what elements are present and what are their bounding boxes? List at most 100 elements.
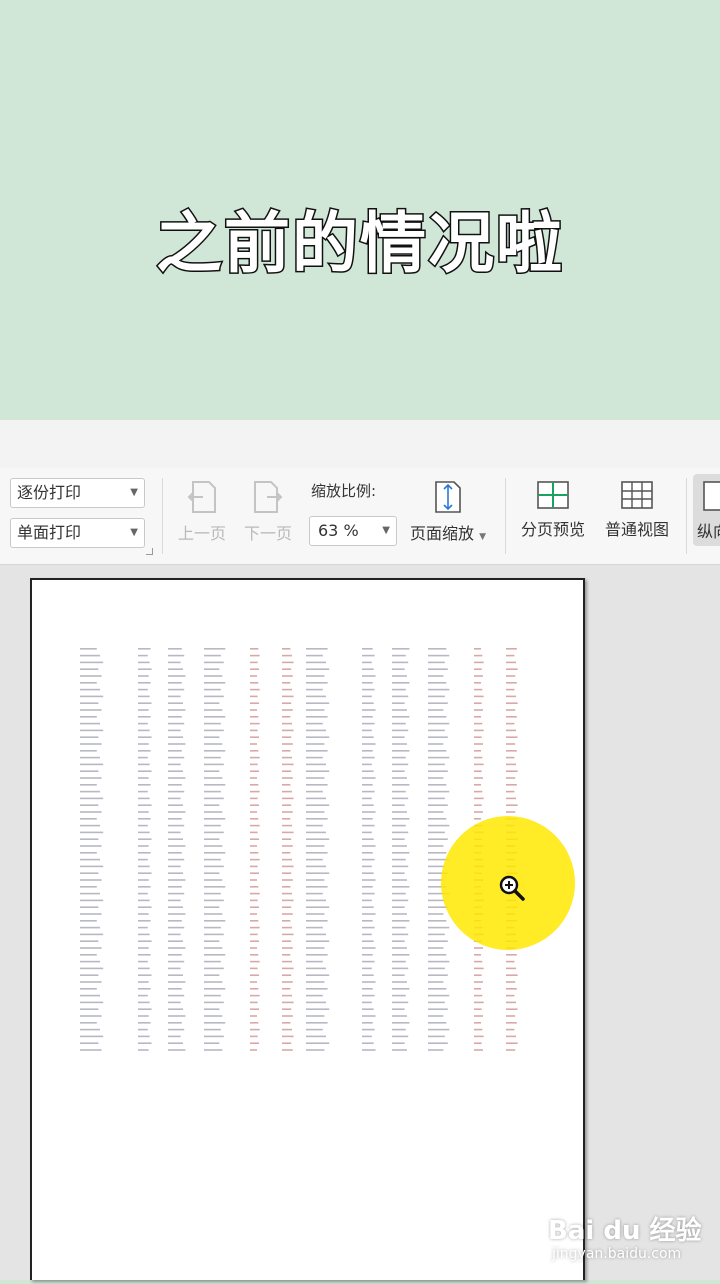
sheet-cell: [80, 770, 99, 772]
sheet-cell: [428, 1001, 445, 1004]
sheet-cell: [474, 770, 482, 772]
sides-select-value: 单面打印: [17, 523, 82, 542]
sheet-cell: [80, 716, 97, 718]
sheet-cell: [362, 675, 376, 677]
sheet-cell: [428, 695, 445, 698]
sheet-cell: [282, 729, 294, 732]
sheet-cell: [80, 702, 99, 704]
next-page-icon: [254, 481, 283, 513]
sheet-cell: [282, 1008, 292, 1010]
sheet-cell: [168, 654, 185, 657]
sheet-cell: [306, 906, 330, 908]
sheet-cell: [428, 818, 447, 820]
group-expand-icon[interactable]: [146, 548, 153, 555]
sheet-cell: [168, 974, 183, 976]
sheet-cell: [204, 892, 221, 895]
sheet-cell: [168, 1015, 186, 1017]
sheet-cell: [506, 1001, 516, 1004]
sheet-cell: [474, 668, 482, 670]
page-zoom-button[interactable]: 页面缩放 ▼: [406, 480, 490, 544]
zoom-in-cursor-icon: [499, 875, 525, 901]
sheet-cell: [362, 790, 375, 793]
sheet-cell: [204, 736, 220, 738]
sheet-cell: [204, 770, 220, 772]
sheet-cell: [138, 981, 149, 983]
sheet-cell: [250, 722, 260, 725]
prev-page-icon: [187, 481, 216, 513]
sheet-cell: [168, 960, 185, 963]
sheet-cell: [168, 1042, 183, 1044]
sheet-cell: [428, 763, 445, 766]
sheet-cell: [506, 722, 515, 725]
sides-select[interactable]: 单面打印 ▼: [10, 518, 145, 548]
sheet-cell: [250, 750, 259, 752]
sheet-cell: [168, 804, 183, 806]
sheet-cell: [392, 899, 409, 902]
sheet-cell: [204, 947, 223, 949]
sheet-cell: [428, 974, 448, 976]
sheet-cell: [204, 1042, 220, 1044]
sheet-cell: [168, 1008, 183, 1010]
next-page-label: 下一页: [243, 524, 292, 543]
page-break-preview-button[interactable]: 分页预览: [516, 480, 590, 540]
sheet-cell: [392, 716, 410, 718]
sheet-cell: [80, 858, 100, 861]
page-break-icon: [537, 481, 569, 509]
sheet-cell: [250, 974, 259, 976]
sheet-cell: [204, 797, 224, 800]
sheet-cell: [392, 988, 410, 990]
sheet-cell: [168, 838, 183, 840]
sheet-cell: [282, 654, 292, 657]
sheet-cell: [80, 777, 102, 779]
sheet-cell: [282, 892, 292, 895]
page-zoom-label: 页面缩放: [409, 524, 474, 543]
sheet-cell: [362, 682, 373, 684]
sheet-cell: [80, 824, 100, 827]
sheet-cell: [80, 913, 102, 915]
sheet-cell: [138, 1001, 150, 1004]
sheet-cell: [428, 933, 445, 936]
sheet-cell: [250, 913, 257, 915]
sheet-cell: [306, 654, 323, 657]
prev-page-button[interactable]: 上一页: [174, 480, 230, 544]
sheet-cell: [306, 947, 325, 949]
sheet-cell: [306, 852, 328, 854]
sheet-cell: [168, 695, 181, 698]
collate-select[interactable]: 逐份打印 ▼: [10, 478, 145, 508]
sheet-cell: [250, 920, 259, 922]
sheet-cell: [282, 750, 291, 752]
sheet-cell: [282, 702, 292, 704]
sheet-cell: [204, 940, 220, 942]
sheet-cell: [138, 688, 148, 691]
sheet-cell: [428, 682, 447, 684]
sheet-cell: [306, 770, 330, 772]
sheet-cell: [80, 967, 104, 970]
sheet-cell: [168, 770, 183, 772]
chevron-down-icon: ▼: [130, 527, 138, 538]
portrait-button[interactable]: 纵向: [693, 474, 720, 546]
sheet-cell: [138, 709, 149, 711]
sheet-cell: [204, 838, 220, 840]
sheet-cell: [506, 974, 518, 976]
sheet-cell: [362, 661, 372, 664]
sheet-cell: [282, 947, 293, 949]
sheet-cell: [168, 1022, 182, 1024]
normal-view-button[interactable]: 普通视图: [600, 480, 674, 540]
sheet-cell: [250, 743, 257, 745]
sheet-cell: [250, 845, 257, 847]
sheet-cell: [250, 648, 259, 650]
zoom-select[interactable]: 63 % ▼: [309, 516, 397, 546]
sheet-cell: [362, 688, 375, 691]
sheet-cell: [306, 668, 330, 670]
sheet-cell: [306, 1028, 323, 1031]
next-page-button[interactable]: 下一页: [240, 480, 296, 544]
sheet-cell: [506, 756, 515, 759]
sheet-cell: [282, 1015, 293, 1017]
sheet-cell: [306, 981, 325, 983]
sheet-cell: [392, 926, 406, 929]
sheet-cell: [168, 702, 183, 704]
sheet-cell: [428, 845, 444, 847]
sheet-cell: [80, 981, 102, 983]
sheet-cell: [306, 954, 328, 956]
sheet-cell: [80, 654, 100, 657]
